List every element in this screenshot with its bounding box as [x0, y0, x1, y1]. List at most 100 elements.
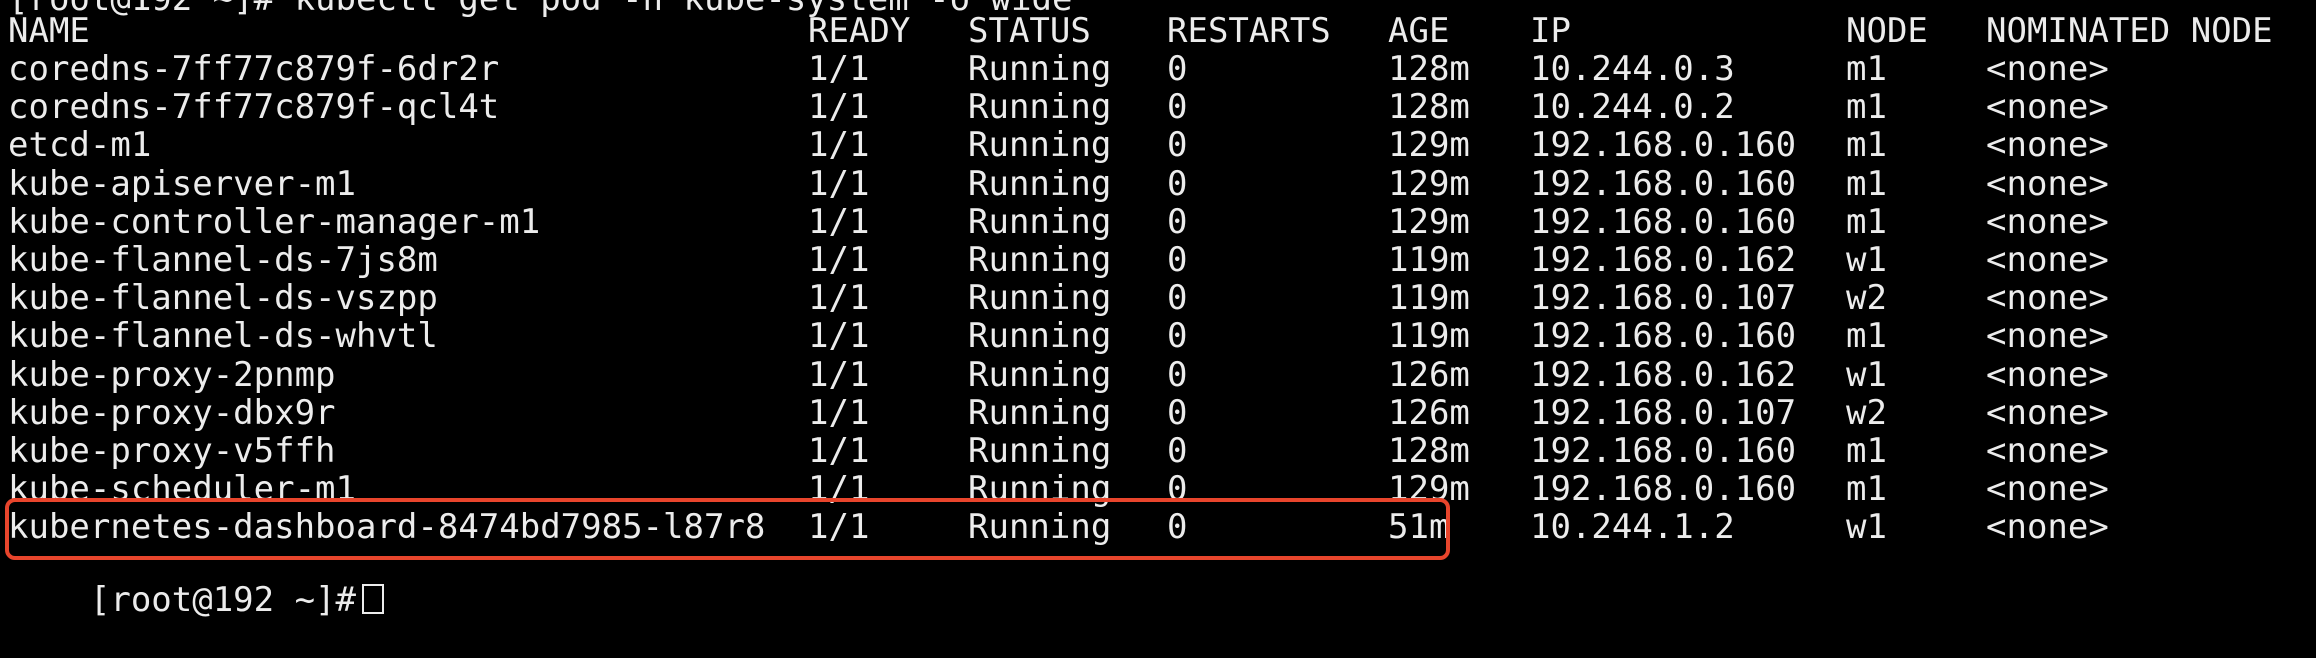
cell-status: Running — [968, 125, 1112, 165]
cell-node: m1 — [1846, 87, 1887, 127]
cell-nominated: <none> — [1986, 469, 2109, 509]
header-restarts: RESTARTS — [1167, 11, 1331, 51]
cell-ip: 192.168.0.162 — [1530, 355, 1797, 395]
cell-status: Running — [968, 431, 1112, 471]
cell-node: w1 — [1846, 355, 1887, 395]
cell-name: coredns-7ff77c879f-qcl4t — [8, 87, 500, 127]
cell-age: 51m — [1388, 507, 1450, 547]
header-name: NAME — [8, 11, 90, 51]
cell-age: 119m — [1388, 316, 1470, 356]
cell-node: m1 — [1846, 431, 1887, 471]
cell-status: Running — [968, 393, 1112, 433]
cell-name: kube-flannel-ds-vszpp — [8, 278, 438, 318]
cell-name: kube-scheduler-m1 — [8, 469, 356, 509]
cell-restarts: 0 — [1167, 431, 1188, 471]
cell-age: 129m — [1388, 469, 1470, 509]
cell-name: kube-apiserver-m1 — [8, 164, 356, 204]
cell-nominated: <none> — [1986, 355, 2109, 395]
cell-restarts: 0 — [1167, 87, 1188, 127]
cell-status: Running — [968, 507, 1112, 547]
cell-restarts: 0 — [1167, 507, 1188, 547]
cell-status: Running — [968, 316, 1112, 356]
cell-node: m1 — [1846, 125, 1887, 165]
cell-name: kube-flannel-ds-7js8m — [8, 240, 438, 280]
header-ip: IP — [1530, 11, 1571, 51]
cell-ready: 1/1 — [808, 507, 870, 547]
cell-node: m1 — [1846, 469, 1887, 509]
cell-ip: 10.244.1.2 — [1530, 507, 1735, 547]
cell-nominated: <none> — [1986, 49, 2109, 89]
cell-nominated: <none> — [1986, 431, 2109, 471]
cell-ready: 1/1 — [808, 125, 870, 165]
cell-age: 128m — [1388, 431, 1470, 471]
cell-node: m1 — [1846, 164, 1887, 204]
cell-restarts: 0 — [1167, 278, 1188, 318]
cell-status: Running — [968, 240, 1112, 280]
cell-node: m1 — [1846, 202, 1887, 242]
cell-ip: 192.168.0.160 — [1530, 164, 1797, 204]
cell-ip: 192.168.0.107 — [1530, 393, 1797, 433]
cell-name: etcd-m1 — [8, 125, 152, 165]
cell-restarts: 0 — [1167, 469, 1188, 509]
cursor-icon — [362, 584, 384, 614]
cell-restarts: 0 — [1167, 355, 1188, 395]
cell-age: 119m — [1388, 278, 1470, 318]
cell-age: 129m — [1388, 164, 1470, 204]
cell-status: Running — [968, 278, 1112, 318]
cell-name: kube-controller-manager-m1 — [8, 202, 541, 242]
cell-age: 126m — [1388, 393, 1470, 433]
cell-ip: 10.244.0.2 — [1530, 87, 1735, 127]
cell-restarts: 0 — [1167, 393, 1188, 433]
cell-name: kube-proxy-2pnmp — [8, 355, 336, 395]
cell-nominated: <none> — [1986, 87, 2109, 127]
cell-ready: 1/1 — [808, 355, 870, 395]
cell-ready: 1/1 — [808, 202, 870, 242]
cell-ready: 1/1 — [808, 393, 870, 433]
cell-name: kubernetes-dashboard-8474bd7985-l87r8 — [8, 507, 766, 547]
cell-status: Running — [968, 469, 1112, 509]
cell-ip: 192.168.0.160 — [1530, 431, 1797, 471]
cell-ip: 192.168.0.162 — [1530, 240, 1797, 280]
cell-name: kube-proxy-dbx9r — [8, 393, 336, 433]
header-node: NODE — [1846, 11, 1928, 51]
cell-restarts: 0 — [1167, 316, 1188, 356]
cell-nominated: <none> — [1986, 125, 2109, 165]
cell-ip: 192.168.0.160 — [1530, 125, 1797, 165]
cell-nominated: <none> — [1986, 240, 2109, 280]
terminal-window[interactable]: [root@192 ~]# kubectl get pod -n kube-sy… — [0, 0, 2316, 619]
cell-age: 128m — [1388, 87, 1470, 127]
cell-nominated: <none> — [1986, 164, 2109, 204]
cell-name: kube-proxy-v5ffh — [8, 431, 336, 471]
cell-status: Running — [968, 164, 1112, 204]
header-nominated-node: NOMINATED NODE — [1986, 11, 2273, 51]
cell-age: 129m — [1388, 125, 1470, 165]
cell-age: 128m — [1388, 49, 1470, 89]
cell-ready: 1/1 — [808, 431, 870, 471]
cell-nominated: <none> — [1986, 278, 2109, 318]
cell-node: w2 — [1846, 278, 1887, 318]
cell-ip: 192.168.0.160 — [1530, 202, 1797, 242]
cell-ready: 1/1 — [808, 87, 870, 127]
prompt-text: [root@192 ~]# — [89, 580, 356, 620]
cell-age: 119m — [1388, 240, 1470, 280]
cell-age: 126m — [1388, 355, 1470, 395]
cell-ready: 1/1 — [808, 469, 870, 509]
cell-age: 129m — [1388, 202, 1470, 242]
cell-restarts: 0 — [1167, 240, 1188, 280]
cell-node: w1 — [1846, 240, 1887, 280]
cell-restarts: 0 — [1167, 202, 1188, 242]
command-line: [root@192 ~]# kubectl get pod -n kube-sy… — [8, 0, 1072, 18]
table-header: NAME READY STATUS RESTARTS AGE IP NODE N… — [0, 12, 2273, 50]
cell-ip: 192.168.0.107 — [1530, 278, 1797, 318]
cell-status: Running — [968, 202, 1112, 242]
cell-status: Running — [968, 355, 1112, 395]
prompt-line[interactable]: [root@192 ~]# — [8, 543, 384, 619]
cell-ip: 192.168.0.160 — [1530, 316, 1797, 356]
cell-ready: 1/1 — [808, 240, 870, 280]
cell-restarts: 0 — [1167, 164, 1188, 204]
header-ready: READY — [808, 11, 911, 51]
header-status: STATUS — [968, 11, 1091, 51]
cell-nominated: <none> — [1986, 393, 2109, 433]
cell-status: Running — [968, 87, 1112, 127]
cell-node: m1 — [1846, 49, 1887, 89]
